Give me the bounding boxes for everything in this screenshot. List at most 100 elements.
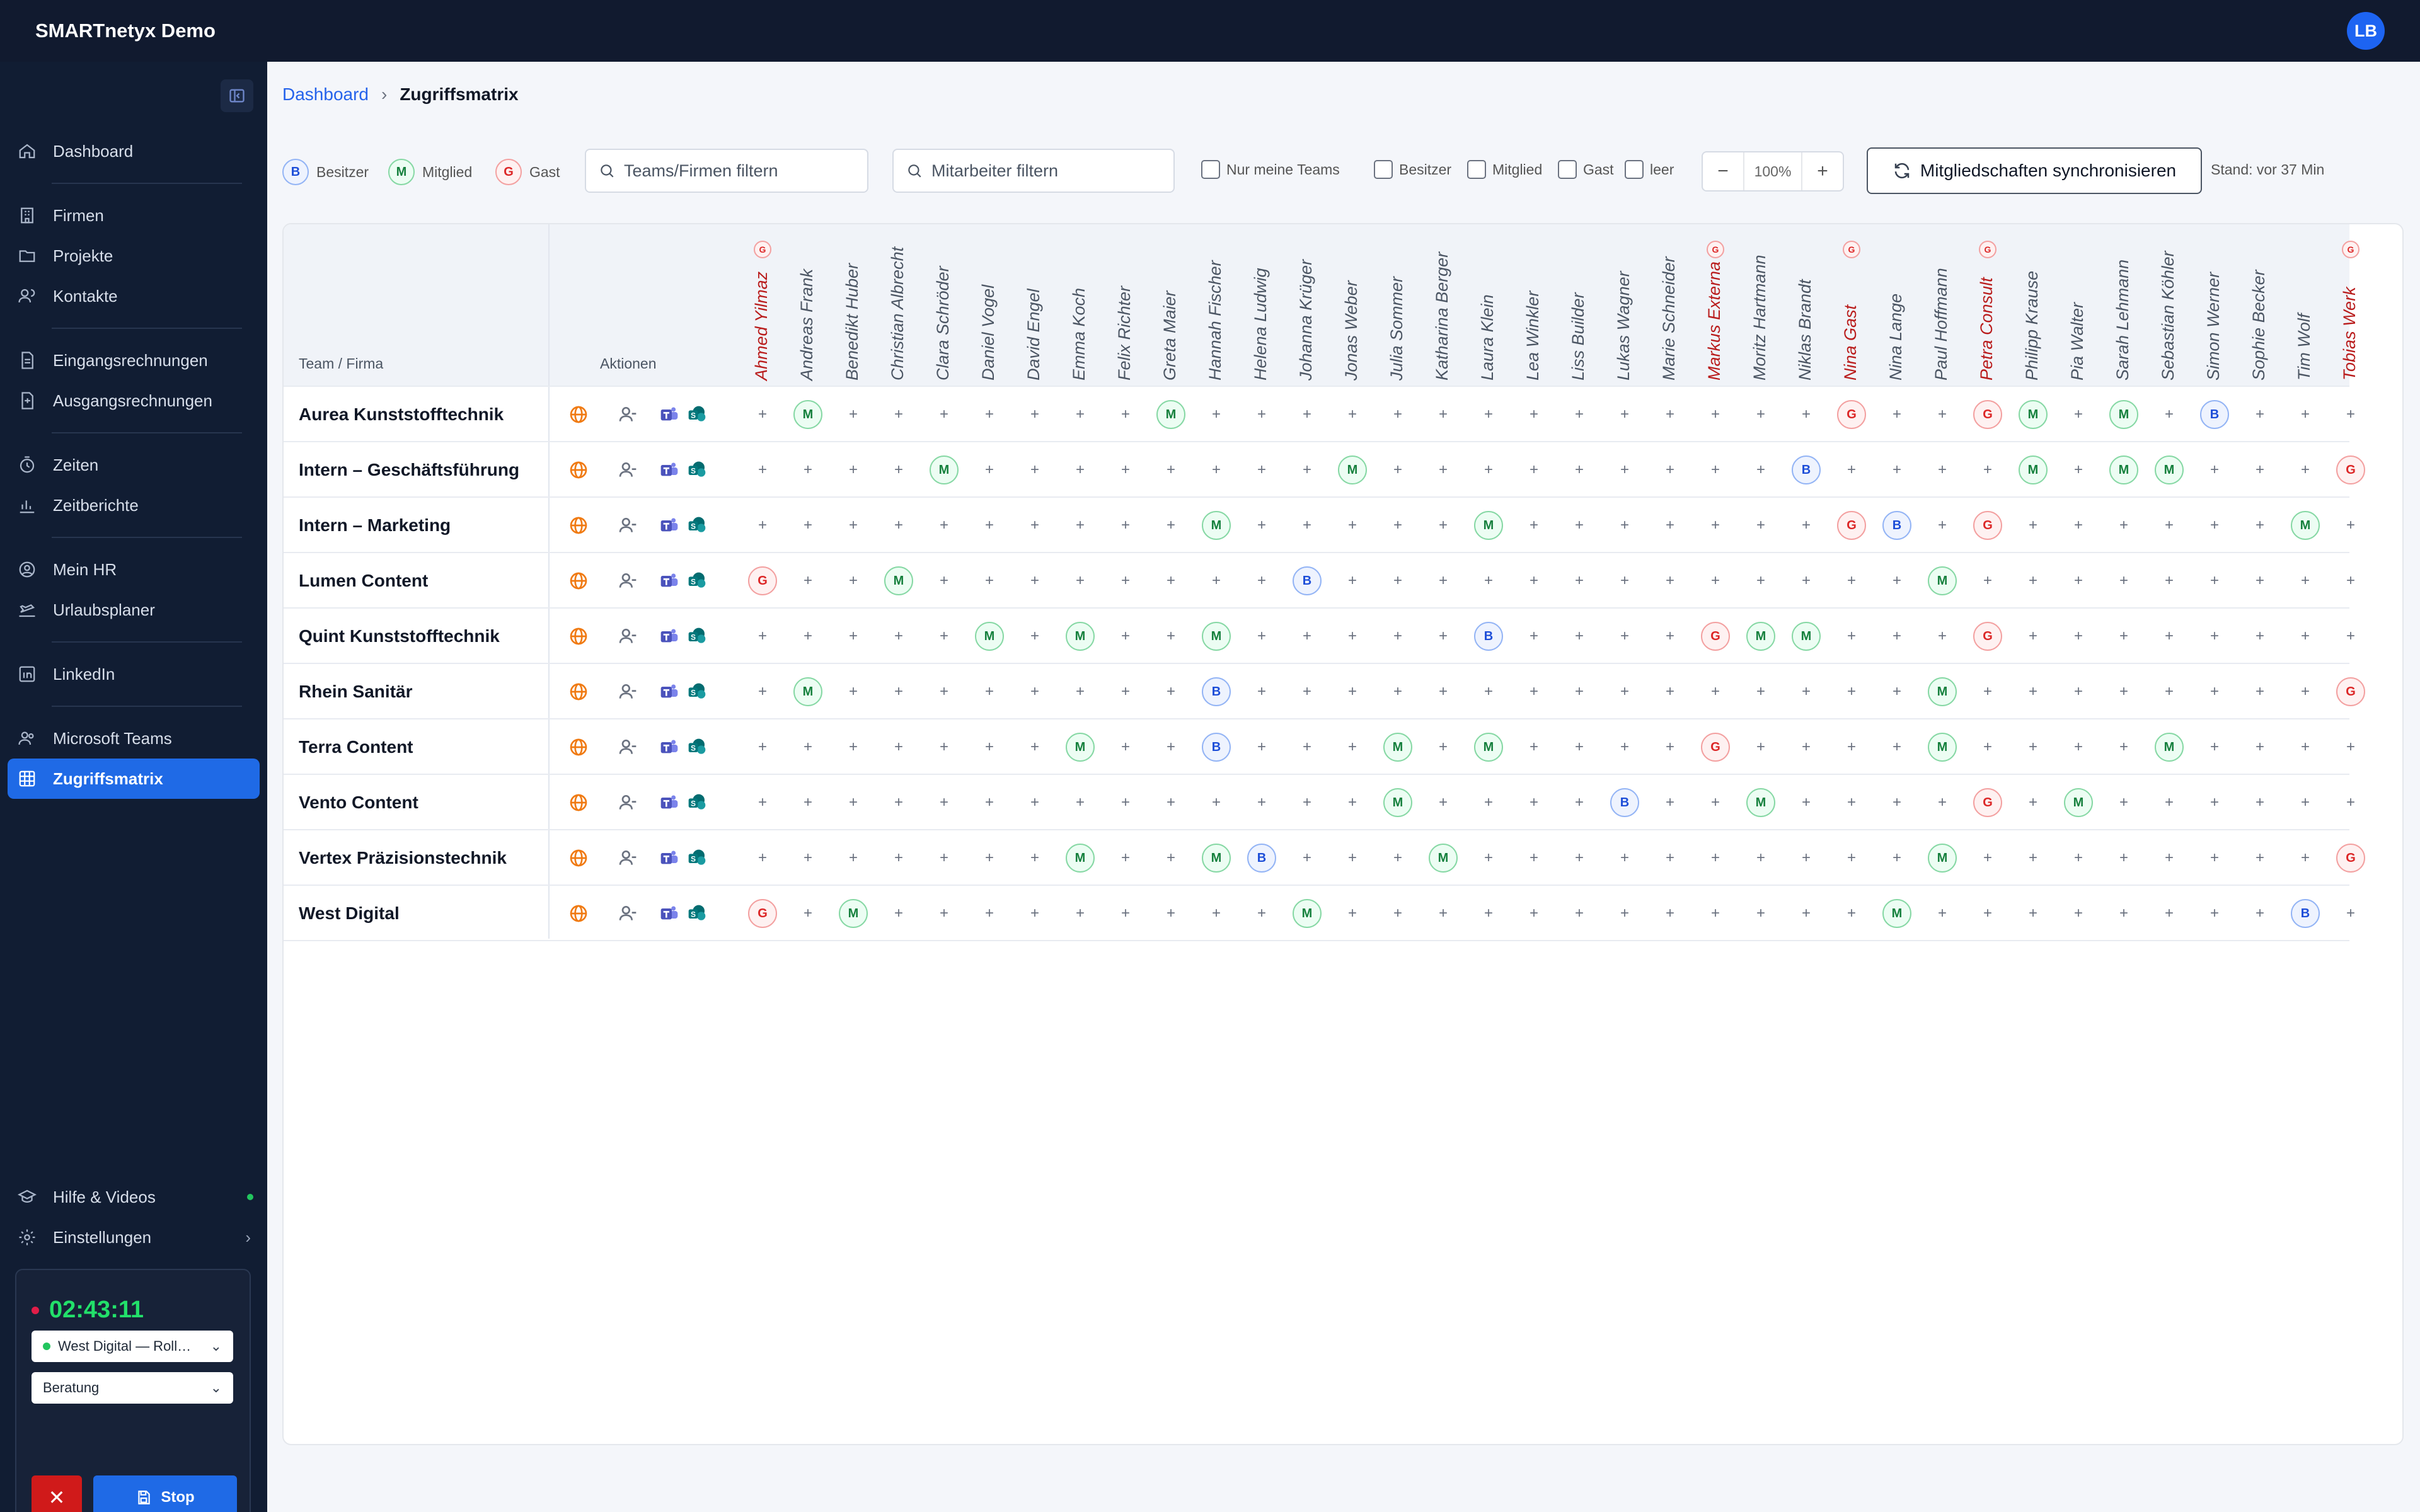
membership-cell[interactable]: M: [1057, 830, 1103, 886]
add-membership-cell[interactable]: +: [1557, 830, 1602, 886]
owner-badge[interactable]: B: [1610, 788, 1639, 817]
membership-cell[interactable]: M: [1920, 664, 1965, 719]
add-membership-cell[interactable]: +: [2056, 664, 2101, 719]
add-membership-cell[interactable]: +: [1874, 719, 1920, 775]
add-membership-cell[interactable]: +: [2010, 830, 2056, 886]
add-membership-cell[interactable]: +: [2056, 498, 2101, 553]
membership-cell[interactable]: M: [1466, 498, 1511, 553]
add-membership-cell[interactable]: +: [1239, 664, 1284, 719]
add-membership-cell[interactable]: +: [1693, 387, 1738, 442]
add-membership-cell[interactable]: +: [1375, 498, 1420, 553]
globe-icon[interactable]: [568, 793, 589, 813]
add-membership-cell[interactable]: +: [2010, 609, 2056, 664]
guest-badge[interactable]: G: [1973, 788, 2002, 817]
add-membership-cell[interactable]: +: [1057, 442, 1103, 498]
column-header-clara-schroeder[interactable]: Clara Schröder: [921, 224, 967, 386]
add-membership-cell[interactable]: +: [1194, 387, 1239, 442]
add-membership-cell[interactable]: +: [2101, 664, 2146, 719]
add-membership-cell[interactable]: +: [1239, 442, 1284, 498]
add-membership-cell[interactable]: +: [1693, 664, 1738, 719]
checkbox[interactable]: [1201, 160, 1220, 179]
add-membership-cell[interactable]: +: [967, 830, 1012, 886]
teams-app-icon[interactable]: [659, 737, 679, 757]
add-membership-cell[interactable]: +: [1783, 664, 1829, 719]
add-membership-cell[interactable]: +: [1511, 886, 1557, 941]
column-header-liss-builder[interactable]: Liss Builder: [1557, 224, 1602, 386]
add-membership-cell[interactable]: +: [967, 719, 1012, 775]
add-membership-cell[interactable]: +: [1420, 886, 1466, 941]
add-membership-cell[interactable]: +: [1511, 387, 1557, 442]
add-membership-cell[interactable]: +: [876, 442, 921, 498]
add-membership-cell[interactable]: +: [1420, 719, 1466, 775]
member-badge[interactable]: M: [1383, 788, 1412, 817]
add-membership-cell[interactable]: +: [1511, 664, 1557, 719]
sidebar-item-projekte[interactable]: Projekte: [8, 236, 260, 276]
column-header-nina-gast[interactable]: GNina Gast: [1829, 224, 1874, 386]
column-header-sebastian-koehler[interactable]: Sebastian Köhler: [2146, 224, 2192, 386]
employee-filter-input[interactable]: [892, 149, 1175, 193]
add-membership-cell[interactable]: +: [2283, 775, 2328, 830]
member-badge[interactable]: M: [839, 899, 868, 928]
add-membership-cell[interactable]: +: [2283, 609, 2328, 664]
add-membership-cell[interactable]: +: [1511, 609, 1557, 664]
add-membership-cell[interactable]: +: [785, 775, 831, 830]
add-membership-cell[interactable]: +: [1375, 553, 1420, 609]
add-membership-cell[interactable]: +: [1647, 387, 1693, 442]
membership-cell[interactable]: M: [1330, 442, 1375, 498]
add-membership-cell[interactable]: +: [1693, 775, 1738, 830]
guest-badge[interactable]: G: [1701, 733, 1730, 762]
teams-app-icon[interactable]: [659, 626, 679, 646]
add-membership-cell[interactable]: +: [1239, 609, 1284, 664]
membership-cell[interactable]: G: [740, 886, 785, 941]
add-membership-cell[interactable]: +: [1103, 719, 1148, 775]
globe-icon[interactable]: [568, 848, 589, 868]
column-header-moritz-hartmann[interactable]: Moritz Hartmann: [1738, 224, 1783, 386]
add-membership-cell[interactable]: +: [831, 498, 876, 553]
sidebar-item-eingangsrechnungen[interactable]: Eingangsrechnungen: [8, 340, 260, 381]
owner-badge[interactable]: B: [1293, 566, 1322, 595]
add-membership-cell[interactable]: +: [1829, 719, 1874, 775]
add-membership-cell[interactable]: +: [1557, 886, 1602, 941]
add-membership-cell[interactable]: +: [1829, 442, 1874, 498]
add-membership-cell[interactable]: +: [1284, 498, 1330, 553]
add-membership-cell[interactable]: +: [2056, 609, 2101, 664]
add-membership-cell[interactable]: +: [876, 830, 921, 886]
add-membership-cell[interactable]: +: [2328, 719, 2373, 775]
membership-cell[interactable]: G: [2328, 442, 2373, 498]
add-membership-cell[interactable]: +: [2146, 775, 2192, 830]
filter-owner-checkbox[interactable]: Besitzer: [1374, 160, 1451, 179]
add-membership-cell[interactable]: +: [1148, 719, 1194, 775]
checkbox[interactable]: [1374, 160, 1393, 179]
add-membership-cell[interactable]: +: [1330, 775, 1375, 830]
membership-cell[interactable]: B: [1466, 609, 1511, 664]
add-membership-cell[interactable]: +: [1557, 719, 1602, 775]
add-membership-cell[interactable]: +: [831, 442, 876, 498]
add-membership-cell[interactable]: +: [1557, 553, 1602, 609]
add-membership-cell[interactable]: +: [2283, 830, 2328, 886]
add-membership-cell[interactable]: +: [1738, 553, 1783, 609]
guest-badge[interactable]: G: [1973, 400, 2002, 429]
checkbox[interactable]: [1558, 160, 1577, 179]
add-membership-cell[interactable]: +: [2010, 553, 2056, 609]
membership-cell[interactable]: M: [1194, 498, 1239, 553]
add-membership-cell[interactable]: +: [1057, 664, 1103, 719]
member-badge[interactable]: M: [1066, 622, 1095, 651]
add-membership-cell[interactable]: +: [1647, 719, 1693, 775]
add-membership-cell[interactable]: +: [1284, 664, 1330, 719]
filter-member-checkbox[interactable]: Mitglied: [1467, 160, 1542, 179]
add-membership-cell[interactable]: +: [1330, 830, 1375, 886]
column-header-jonas-weber[interactable]: Jonas Weber: [1330, 224, 1375, 386]
globe-icon[interactable]: [568, 737, 589, 757]
add-membership-cell[interactable]: +: [1920, 886, 1965, 941]
add-membership-cell[interactable]: +: [967, 387, 1012, 442]
add-membership-cell[interactable]: +: [1647, 886, 1693, 941]
add-membership-cell[interactable]: +: [740, 830, 785, 886]
member-badge[interactable]: M: [2019, 455, 2048, 484]
user-minus-icon[interactable]: [618, 404, 638, 425]
membership-cell[interactable]: M: [2101, 387, 2146, 442]
owner-badge[interactable]: B: [1202, 677, 1231, 706]
sharepoint-icon[interactable]: S: [687, 682, 707, 702]
add-membership-cell[interactable]: +: [1194, 442, 1239, 498]
membership-cell[interactable]: M: [2056, 775, 2101, 830]
add-membership-cell[interactable]: +: [1103, 553, 1148, 609]
